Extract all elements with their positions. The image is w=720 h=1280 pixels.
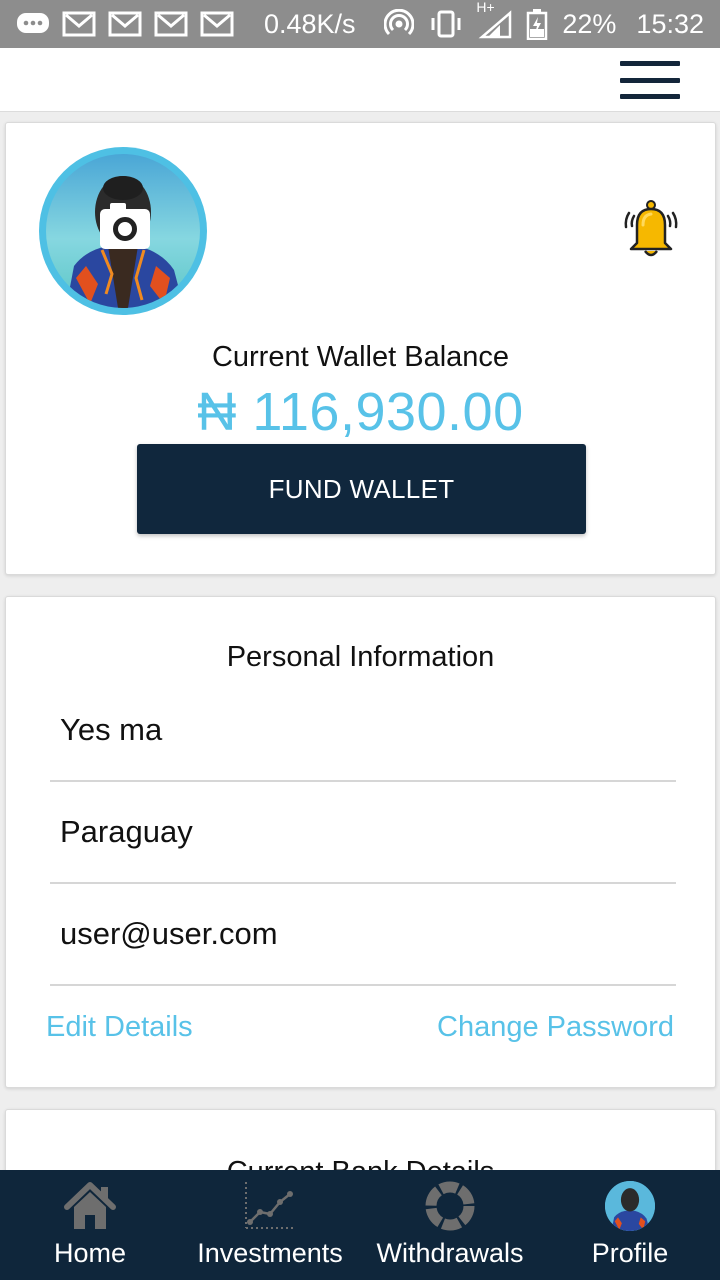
email-field: user@user.com (50, 884, 676, 986)
gmail-icon (108, 10, 142, 38)
ring-icon (424, 1180, 476, 1232)
bottom-nav: Home Investments Withdrawals Profile (0, 1170, 720, 1280)
home-icon (63, 1180, 117, 1232)
chart-icon (242, 1180, 298, 1232)
fund-wallet-button[interactable]: FUND WALLET (137, 444, 586, 534)
gmail-icon (200, 10, 234, 38)
status-bar: 0.48K/s H+ 22% 15:32 (0, 0, 720, 48)
section-title: Personal Information (226, 641, 495, 673)
app-header (0, 48, 720, 112)
personal-info-card: Personal Information Yes ma Paraguay use… (5, 596, 716, 1088)
gmail-icon (62, 10, 96, 38)
gmail-icon (154, 10, 188, 38)
bell-icon[interactable] (621, 199, 681, 261)
nav-item-home[interactable]: Home (0, 1170, 180, 1280)
nav-label: Withdrawals (376, 1238, 524, 1268)
camera-icon[interactable] (100, 203, 150, 249)
vibrate-icon (428, 9, 464, 39)
nav-label: Profile (591, 1238, 669, 1268)
name-field: Yes ma (50, 680, 676, 782)
hamburger-menu-icon[interactable] (620, 58, 680, 102)
nav-item-withdrawals[interactable]: Withdrawals (360, 1170, 540, 1280)
signal-icon: H+ (476, 0, 512, 39)
battery-icon (526, 8, 548, 40)
nav-label: Home (53, 1238, 127, 1268)
country-field: Paraguay (50, 782, 676, 884)
balance-amount: ₦ 116,930.00 (197, 382, 524, 442)
nav-label: Investments (197, 1238, 343, 1268)
nav-item-investments[interactable]: Investments (180, 1170, 360, 1280)
network-type: H+ (476, 0, 495, 15)
avatar (605, 1180, 655, 1232)
wallet-card: Current Wallet Balance ₦ 116,930.00 FUND… (5, 122, 716, 575)
clock: 15:32 (636, 8, 704, 39)
chat-icon (16, 10, 50, 38)
balance-label: Current Wallet Balance (211, 341, 510, 373)
profile-avatar[interactable] (39, 147, 207, 315)
change-password-link[interactable]: Change Password (437, 1011, 674, 1044)
hotspot-icon (384, 9, 415, 39)
nav-item-profile[interactable]: Profile (540, 1170, 720, 1280)
edit-details-link[interactable]: Edit Details (46, 1011, 193, 1044)
battery-level: 22% (562, 8, 617, 39)
network-speed: 0.48K/s (264, 8, 356, 39)
